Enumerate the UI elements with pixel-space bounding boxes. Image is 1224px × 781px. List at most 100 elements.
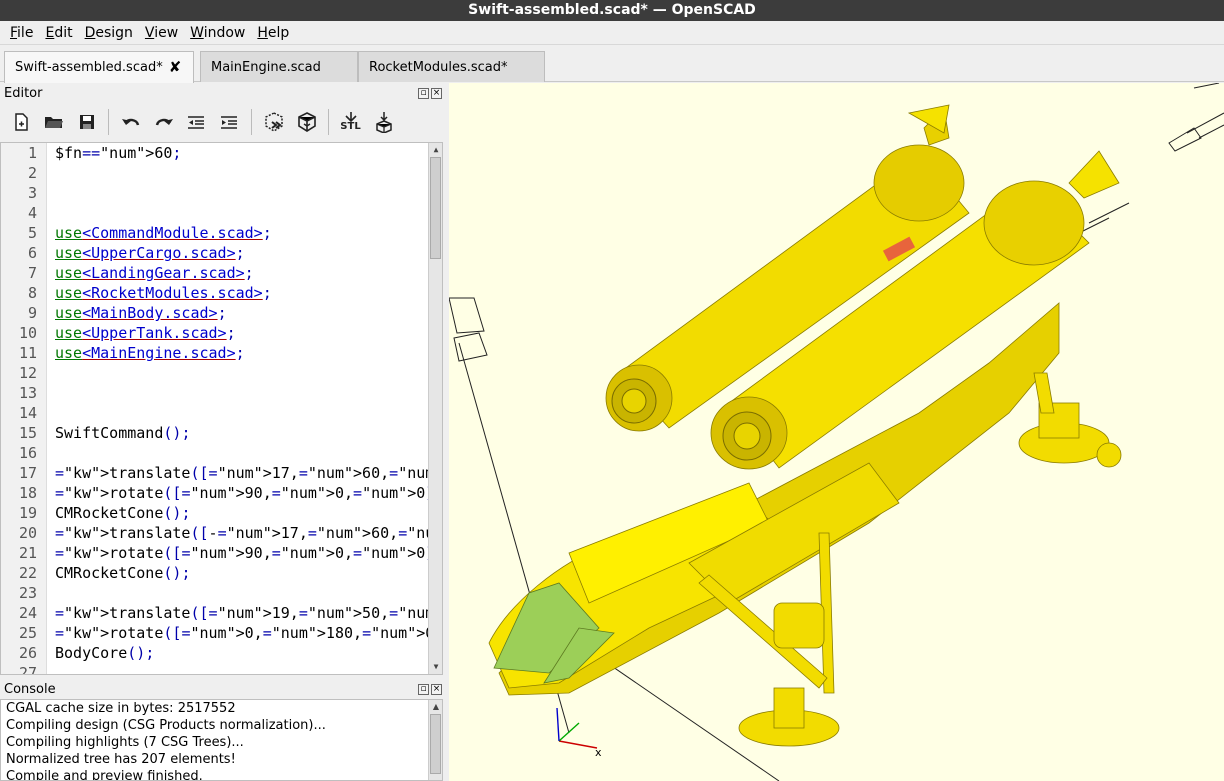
editor-panel: Editor ▫ × STL 1 $fn=="num">60; 2 3 4 5 … [0, 83, 446, 675]
code-text: use<UpperCargo.scad>; [55, 244, 245, 262]
line-number: 19 [18, 504, 37, 522]
code-line[interactable]: 20 ="kw">translate([-="num">17,="num">60,… [1, 523, 442, 543]
toolbar-separator [108, 109, 109, 135]
code-line[interactable]: 25 ="kw">rotate([="num">0,="num">180,="nu… [1, 623, 442, 643]
code-text: CMRocketCone(); [55, 504, 191, 522]
new-file-icon[interactable] [6, 107, 35, 137]
line-number: 17 [18, 464, 37, 482]
code-line[interactable]: 23 [1, 583, 430, 603]
console-line: Compiling design (CSG Products normaliza… [6, 718, 326, 733]
code-line[interactable]: 19 CMRocketCone(); [1, 503, 430, 523]
scroll-up-icon[interactable]: ▲ [429, 143, 442, 157]
console-output[interactable]: CGAL cache size in bytes: 2517552 Compili… [0, 699, 443, 781]
line-number: 27 [18, 664, 37, 675]
code-line[interactable]: 22 CMRocketCone(); [1, 563, 430, 583]
line-number: 6 [27, 244, 37, 262]
code-line[interactable]: 17 ="kw">translate([="num">17,="num">60,=… [1, 463, 442, 483]
line-number: 8 [27, 284, 37, 302]
console-title: Console [4, 681, 56, 697]
line-number: 13 [18, 384, 37, 402]
editor-scrollbar[interactable]: ▲ ▼ [428, 143, 442, 674]
preview-icon[interactable] [259, 107, 288, 137]
close-tab-icon[interactable]: ✘ [169, 53, 182, 82]
line-number: 14 [18, 404, 37, 422]
code-text: CMRocketCone(); [55, 564, 191, 582]
model-render: x [449, 83, 1224, 781]
editor-toolbar: STL [0, 103, 446, 141]
scroll-thumb[interactable] [430, 157, 441, 259]
tab-rocket-modules[interactable]: RocketModules.scad* [358, 51, 545, 82]
code-line[interactable]: 2 [1, 163, 430, 183]
export-stl-icon[interactable]: STL [336, 107, 365, 137]
line-number: 18 [18, 484, 37, 502]
code-line[interactable]: 10 use<UpperTank.scad>; [1, 323, 430, 343]
menu-edit[interactable]: Edit [39, 21, 78, 45]
console-line: Normalized tree has 207 elements! [6, 752, 236, 767]
code-text: ="kw">translate([="num">19,="num">50,="n… [55, 604, 442, 622]
code-line[interactable]: 8 use<RocketModules.scad>; [1, 283, 430, 303]
code-line[interactable]: 1 $fn=="num">60; [1, 143, 430, 163]
code-text: $fn=="num">60; [55, 144, 182, 162]
menu-help[interactable]: Help [251, 21, 295, 45]
code-line[interactable]: 24 ="kw">translate([="num">19,="num">50,=… [1, 603, 442, 623]
console-panel: Console ▫ × CGAL cache size in bytes: 25… [0, 679, 446, 781]
console-line: CGAL cache size in bytes: 2517552 [6, 701, 236, 716]
line-number: 23 [18, 584, 37, 602]
scroll-down-icon[interactable]: ▼ [429, 660, 442, 674]
undo-icon[interactable] [116, 107, 145, 137]
unindent-icon[interactable] [182, 107, 211, 137]
code-line[interactable]: 16 [1, 443, 430, 463]
scroll-up-icon[interactable]: ▲ [429, 700, 442, 714]
send-to-print-icon[interactable] [369, 107, 398, 137]
code-line[interactable]: 4 [1, 203, 430, 223]
open-file-icon[interactable] [39, 107, 68, 137]
code-editor[interactable]: 1 $fn=="num">60; 2 3 4 5 use<CommandModule.sca… [0, 142, 443, 675]
line-number: 12 [18, 364, 37, 382]
3d-viewport[interactable]: x [449, 83, 1224, 781]
code-line[interactable]: 12 [1, 363, 430, 383]
line-number: 26 [18, 644, 37, 662]
menu-bar: File Edit Design View Window Help [0, 21, 1224, 45]
code-line[interactable]: 5 use<CommandModule.scad>; [1, 223, 430, 243]
code-line[interactable]: 26 BodyCore(); [1, 643, 430, 663]
scroll-thumb[interactable] [430, 714, 441, 774]
code-line[interactable]: 7 use<LandingGear.scad>; [1, 263, 430, 283]
console-scrollbar[interactable]: ▲ [428, 700, 442, 780]
code-line[interactable]: 13 [1, 383, 430, 403]
stl-label: STL [340, 121, 361, 132]
redo-icon[interactable] [149, 107, 178, 137]
toolbar-separator [251, 109, 252, 135]
float-panel-icon[interactable]: ▫ [418, 683, 429, 695]
indent-icon[interactable] [215, 107, 244, 137]
code-text: ="kw">rotate([="num">90,="num">0,="num">… [55, 484, 442, 502]
code-line[interactable]: 14 [1, 403, 430, 423]
save-icon[interactable] [72, 107, 101, 137]
console-dock-title: Console ▫ × [0, 679, 446, 699]
code-text: use<UpperTank.scad>; [55, 324, 236, 342]
code-line[interactable]: 21 ="kw">rotate([="num">90,="num">0,="num… [1, 543, 442, 563]
line-number: 22 [18, 564, 37, 582]
code-text: BodyCore(); [55, 644, 155, 662]
tab-swift-assembled[interactable]: Swift-assembled.scad* ✘ [4, 51, 194, 83]
tab-main-engine[interactable]: MainEngine.scad [200, 51, 358, 82]
code-line[interactable]: 15 SwiftCommand(); [1, 423, 430, 443]
code-text: use<MainBody.scad>; [55, 304, 227, 322]
menu-file[interactable]: File [4, 21, 39, 45]
console-lines: CGAL cache size in bytes: 2517552 Compili… [1, 700, 442, 780]
code-text: use<MainEngine.scad>; [55, 344, 245, 362]
svg-text:x: x [595, 746, 602, 759]
menu-view[interactable]: View [139, 21, 184, 45]
code-line[interactable]: 18 ="kw">rotate([="num">90,="num">0,="num… [1, 483, 442, 503]
code-line[interactable]: 3 [1, 183, 430, 203]
close-panel-icon[interactable]: × [431, 87, 442, 99]
code-line[interactable]: 9 use<MainBody.scad>; [1, 303, 430, 323]
float-panel-icon[interactable]: ▫ [418, 87, 429, 99]
code-line[interactable]: 27 [1, 663, 430, 675]
render-icon[interactable] [292, 107, 321, 137]
code-line[interactable]: 6 use<UpperCargo.scad>; [1, 243, 430, 263]
menu-window[interactable]: Window [184, 21, 251, 45]
menu-design[interactable]: Design [79, 21, 139, 45]
line-number: 20 [18, 524, 37, 542]
code-line[interactable]: 11 use<MainEngine.scad>; [1, 343, 430, 363]
close-panel-icon[interactable]: × [431, 683, 442, 695]
